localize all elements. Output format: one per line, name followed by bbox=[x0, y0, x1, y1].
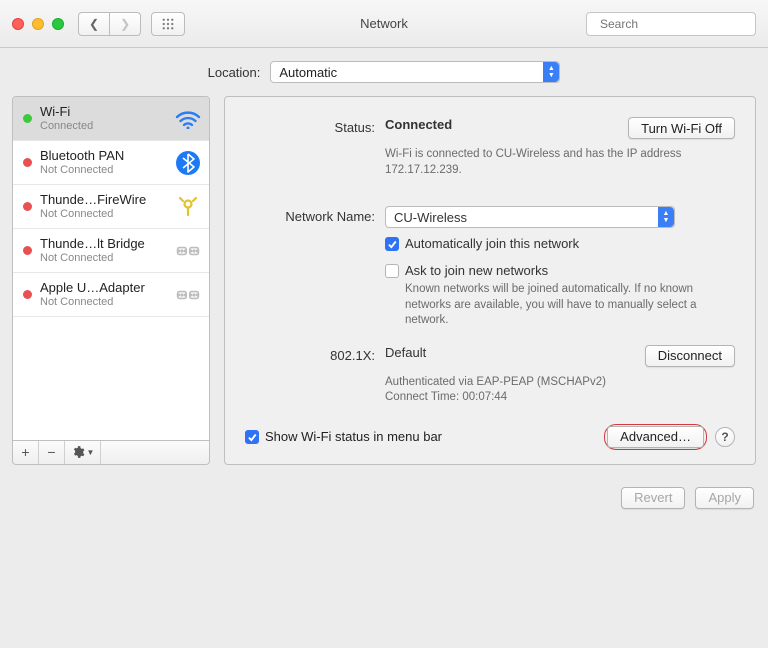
chevron-up-down-icon: ▲▼ bbox=[658, 207, 674, 227]
back-button[interactable]: ❮ bbox=[78, 12, 110, 36]
show-menubar-checkbox[interactable]: Show Wi-Fi status in menu bar bbox=[245, 429, 442, 444]
bluetooth-icon bbox=[175, 150, 201, 176]
status-dot-icon bbox=[23, 202, 32, 211]
location-value: Automatic bbox=[271, 65, 345, 80]
network-name-popup[interactable]: CU-Wireless ▲▼ bbox=[385, 206, 675, 228]
service-name: Thunde…FireWire bbox=[40, 193, 146, 207]
annotation-highlight: Advanced… bbox=[604, 424, 707, 450]
services-list[interactable]: Wi-Fi Connected Bluetooth PAN Not Connec… bbox=[12, 96, 210, 441]
minimize-window-button[interactable] bbox=[32, 18, 44, 30]
service-status: Not Connected bbox=[40, 208, 146, 220]
ask-join-checkbox[interactable]: Ask to join new networks bbox=[385, 263, 735, 278]
auto-join-checkbox[interactable]: Automatically join this network bbox=[385, 236, 735, 251]
advanced-button[interactable]: Advanced… bbox=[607, 426, 704, 448]
wifi-icon bbox=[175, 106, 201, 132]
status-description: Wi-Fi is connected to CU-Wireless and ha… bbox=[385, 147, 735, 178]
service-status: Not Connected bbox=[40, 252, 145, 264]
revert-button[interactable]: Revert bbox=[621, 487, 685, 509]
disconnect-button[interactable]: Disconnect bbox=[645, 345, 735, 367]
turn-wifi-off-button[interactable]: Turn Wi-Fi Off bbox=[628, 117, 735, 139]
add-service-button[interactable]: + bbox=[13, 441, 39, 464]
checkbox-checked-icon bbox=[245, 430, 259, 444]
ethernet-icon bbox=[175, 282, 201, 308]
sidebar-item-thunderbolt-firewire[interactable]: Thunde…FireWire Not Connected bbox=[13, 185, 209, 229]
apply-button[interactable]: Apply bbox=[695, 487, 754, 509]
chevron-up-down-icon: ▲▼ bbox=[543, 62, 559, 82]
close-window-button[interactable] bbox=[12, 18, 24, 30]
firewire-icon bbox=[175, 194, 201, 220]
ask-join-description: Known networks will be joined automatica… bbox=[405, 282, 735, 329]
checkbox-checked-icon bbox=[385, 237, 399, 251]
service-status: Not Connected bbox=[40, 164, 124, 176]
detail-pane: Status: Connected Turn Wi-Fi Off Wi-Fi i… bbox=[224, 96, 756, 465]
sidebar-item-thunderbolt-bridge[interactable]: Thunde…lt Bridge Not Connected bbox=[13, 229, 209, 273]
status-dot-icon bbox=[23, 290, 32, 299]
location-label: Location: bbox=[208, 65, 261, 80]
network-name-value: CU-Wireless bbox=[386, 210, 475, 225]
auto-join-label: Automatically join this network bbox=[405, 236, 579, 251]
service-name: Thunde…lt Bridge bbox=[40, 237, 145, 251]
grid-icon bbox=[162, 17, 174, 31]
service-name: Bluetooth PAN bbox=[40, 149, 124, 163]
status-label: Status: bbox=[245, 117, 385, 135]
ethernet-icon bbox=[175, 238, 201, 264]
status-dot-icon bbox=[23, 246, 32, 255]
network-name-label: Network Name: bbox=[245, 206, 385, 224]
ask-join-label: Ask to join new networks bbox=[405, 263, 548, 278]
search-input[interactable] bbox=[598, 16, 757, 32]
checkbox-unchecked-icon bbox=[385, 264, 399, 278]
forward-button[interactable]: ❯ bbox=[110, 12, 141, 36]
service-name: Wi-Fi bbox=[40, 105, 93, 119]
location-popup[interactable]: Automatic ▲▼ bbox=[270, 61, 560, 83]
service-actions-button[interactable]: ▼ bbox=[65, 441, 101, 464]
remove-service-button[interactable]: − bbox=[39, 441, 65, 464]
zoom-window-button[interactable] bbox=[52, 18, 64, 30]
dot1x-auth-text: Authenticated via EAP-PEAP (MSCHAPv2) bbox=[385, 375, 735, 391]
sidebar-item-wifi[interactable]: Wi-Fi Connected bbox=[13, 97, 209, 141]
status-dot-icon bbox=[23, 114, 32, 123]
status-value: Connected bbox=[385, 117, 452, 132]
search-field[interactable] bbox=[586, 12, 756, 36]
service-name: Apple U…Adapter bbox=[40, 281, 145, 295]
sidebar-item-usb-adapter[interactable]: Apple U…Adapter Not Connected bbox=[13, 273, 209, 317]
service-status: Not Connected bbox=[40, 296, 145, 308]
status-dot-icon bbox=[23, 158, 32, 167]
show-all-button[interactable] bbox=[151, 12, 185, 36]
dot1x-label: 802.1X: bbox=[245, 345, 385, 363]
help-button[interactable]: ? bbox=[715, 427, 735, 447]
service-status: Connected bbox=[40, 120, 93, 132]
dot1x-connect-time: Connect Time: 00:07:44 bbox=[385, 390, 735, 406]
dot1x-value: Default bbox=[385, 345, 426, 360]
sidebar-item-bluetooth-pan[interactable]: Bluetooth PAN Not Connected bbox=[13, 141, 209, 185]
gear-icon bbox=[71, 445, 85, 459]
show-menubar-label: Show Wi-Fi status in menu bar bbox=[265, 429, 442, 444]
